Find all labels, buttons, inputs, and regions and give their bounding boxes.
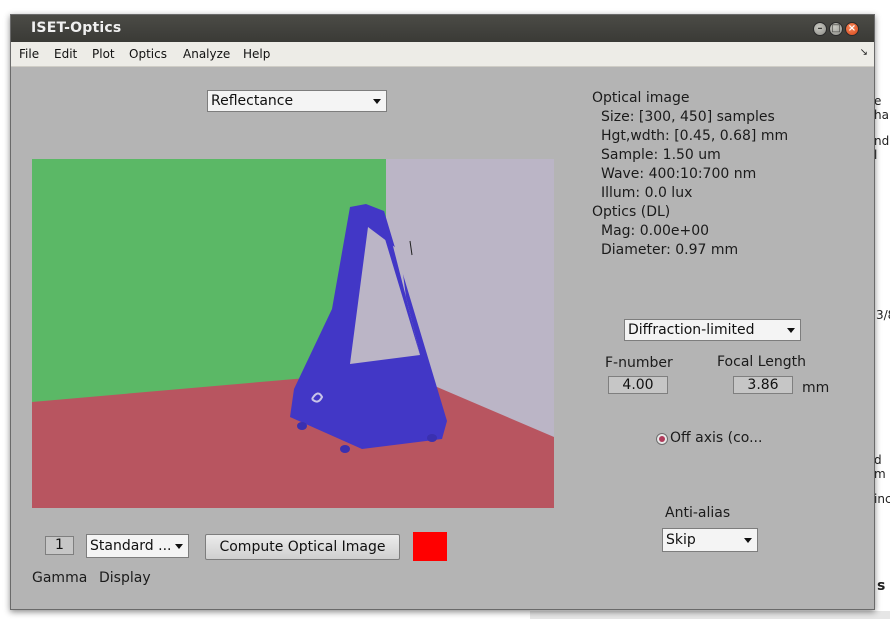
bg-fragment: nd l	[874, 134, 890, 162]
optical-image-header: Optical image	[592, 90, 690, 106]
oi-hgt-wdth: Hgt,wdth: [0.45, 0.68] mm	[601, 128, 789, 144]
chevron-down-icon	[787, 328, 795, 333]
oi-illum: Illum: 0.0 lux	[601, 185, 693, 201]
focal-length-label: Focal Length	[717, 354, 807, 370]
compute-optical-image-button[interactable]: Compute Optical Image	[205, 534, 400, 560]
display-mode-value: Standard ...	[90, 538, 172, 554]
fnumber-label: F-number	[605, 355, 673, 371]
resize-corner-icon[interactable]: ↘	[860, 47, 868, 58]
title-bar[interactable]: ISET-Optics – □ ×	[11, 15, 874, 42]
radio-selected-dot	[659, 436, 665, 442]
optics-mag: Mag: 0.00e+00	[601, 223, 710, 239]
window-title: ISET-Optics	[31, 20, 122, 36]
anti-alias-select[interactable]: Skip	[662, 528, 758, 552]
foot	[340, 445, 350, 453]
iset-optics-window: ISET-Optics – □ × File Edit Plot Optics …	[10, 14, 875, 610]
menu-edit[interactable]: Edit	[54, 47, 77, 61]
menu-file[interactable]: File	[19, 47, 39, 61]
chevron-down-icon	[373, 99, 381, 104]
bg-fragment: inc	[874, 492, 890, 506]
bg-fragment: s	[877, 578, 886, 594]
oi-size: Size: [300, 450] samples	[601, 109, 775, 125]
off-axis-radio[interactable]	[656, 433, 668, 445]
menu-plot[interactable]: Plot	[92, 47, 115, 61]
menu-bar: File Edit Plot Optics Analyze Help ↘	[11, 42, 874, 67]
optics-diameter: Diameter: 0.97 mm	[601, 242, 739, 258]
gamma-field[interactable]: 1	[45, 536, 74, 555]
bg-fragment: e ha	[874, 94, 889, 122]
focal-length-field[interactable]: 3.86	[733, 376, 793, 394]
scene-render	[32, 159, 554, 508]
minimize-icon[interactable]: –	[813, 22, 827, 36]
anti-alias-label: Anti-alias	[665, 505, 731, 521]
bg-strip	[530, 611, 890, 619]
focal-length-unit: mm	[802, 380, 830, 396]
bg-fragment: 3/8	[876, 308, 890, 322]
oi-wave: Wave: 400:10:700 nm	[601, 166, 757, 182]
anti-alias-value: Skip	[666, 532, 696, 548]
foot	[297, 422, 307, 430]
status-swatch	[413, 532, 447, 561]
chevron-down-icon	[744, 538, 752, 543]
display-label: Display	[99, 570, 151, 586]
optics-header: Optics (DL)	[592, 204, 671, 220]
display-mode-select[interactable]: Standard ...	[86, 534, 189, 558]
menu-optics[interactable]: Optics	[129, 47, 167, 61]
optics-model-value: Diffraction-limited	[628, 322, 755, 338]
optics-model-select[interactable]: Diffraction-limited	[624, 319, 801, 341]
foot	[427, 434, 437, 442]
display-type-value: Reflectance	[211, 93, 294, 109]
close-icon[interactable]: ×	[845, 22, 859, 36]
menu-analyze[interactable]: Analyze	[183, 47, 230, 61]
fnumber-field[interactable]: 4.00	[608, 376, 668, 394]
gamma-label: Gamma	[32, 570, 88, 586]
chevron-down-icon	[175, 544, 183, 549]
bg-fragment: d m	[874, 453, 886, 481]
optical-image-display[interactable]	[32, 159, 554, 508]
maximize-icon[interactable]: □	[829, 22, 843, 36]
off-axis-label[interactable]: Off axis (co...	[670, 430, 762, 446]
oi-sample: Sample: 1.50 um	[601, 147, 721, 163]
optical-image-info: Optical image Size: [300, 450] samples H…	[592, 89, 788, 260]
menu-help[interactable]: Help	[243, 47, 270, 61]
display-type-select[interactable]: Reflectance	[207, 90, 387, 112]
